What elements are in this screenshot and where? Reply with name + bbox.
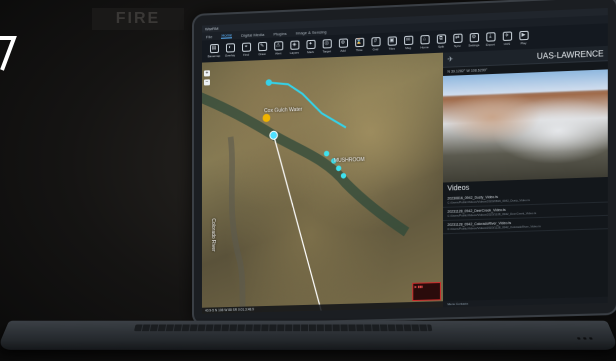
ribbon-label: Add: [340, 49, 345, 53]
ribbon-label: Draw: [259, 52, 266, 56]
tab-image-sensing[interactable]: Image & Sensing: [296, 29, 327, 35]
uas-side-panel: ✈ UAS-LAWRENCE N 39.1282° W 108.6299° Vi…: [443, 46, 608, 307]
ribbon-label: Time: [356, 48, 363, 52]
ribbon-button-split[interactable]: ⧉ Split: [435, 34, 447, 49]
ribbon-button-find[interactable]: ⌖ Find: [240, 42, 252, 57]
waypoint-marker: [266, 79, 272, 86]
ribbon-button-settings[interactable]: ⚙ Settings: [468, 33, 480, 48]
map-view[interactable]: + − Cox Gulch Water MUSHROOM Colorado Ri…: [202, 53, 443, 314]
alert-video-thumbnail[interactable]: ▶ ▮▮▮: [412, 282, 441, 301]
ribbon-label: Layers: [290, 51, 299, 55]
ribbon-label: UAS: [504, 42, 510, 46]
ribbon-button-mark[interactable]: ✦ Mark: [304, 40, 316, 55]
split-icon: ⧉: [436, 34, 445, 44]
msg-icon: ✉: [404, 36, 413, 46]
laptop-screen: WarRM File Home Digital Media Plugins Im…: [192, 0, 616, 326]
track-point: [324, 151, 329, 157]
uas-name: UAS-LAWRENCE: [537, 49, 604, 61]
ribbon-button-sync[interactable]: ⇄ Sync: [451, 34, 463, 49]
ribbon-label: Grid: [373, 47, 379, 51]
ribbon-button-msg[interactable]: ✉ Msg: [402, 36, 414, 51]
map-label-mushroom: MUSHROOM: [334, 157, 365, 164]
ribbon-button-play[interactable]: ▶ Play: [517, 31, 529, 46]
ribbon-label: Sync: [454, 44, 461, 48]
home-icon: ⌂: [420, 35, 429, 45]
tab-home[interactable]: Home: [221, 32, 232, 38]
ribbon-button-layers[interactable]: ◈ Layers: [288, 40, 300, 55]
bracket-decoration-icon: [0, 34, 18, 74]
settings-icon: ⚙: [469, 33, 478, 43]
laptop-base: [0, 321, 616, 350]
ribbon-label: Alert: [275, 51, 281, 55]
ribbon-label: Target: [322, 49, 330, 53]
ribbon-button-time[interactable]: ⌛ Time: [353, 38, 365, 53]
ribbon-button-export[interactable]: ⤓ Export: [484, 32, 496, 47]
tab-plugins[interactable]: Plugins: [273, 30, 286, 36]
alert-icon: ⚠: [274, 41, 283, 50]
ribbon-button-target[interactable]: ◎ Target: [321, 39, 333, 54]
layers-icon: ◈: [290, 40, 299, 49]
map-label-gulch: Cox Gulch Water: [264, 106, 302, 113]
keyboard: [134, 324, 432, 331]
sync-icon: ⇄: [453, 34, 462, 44]
tiles-icon: ▣: [387, 36, 396, 45]
fire-badge: FIRE: [92, 8, 184, 30]
basemap-icon: ▤: [209, 44, 218, 53]
tab-file[interactable]: File: [206, 34, 212, 39]
ribbon-label: Tiles: [389, 47, 395, 51]
ribbon-label: Export: [486, 42, 495, 46]
tab-digital-media[interactable]: Digital Media: [241, 31, 264, 37]
ribbon-label: Mark: [307, 50, 314, 54]
river-overlay: [202, 53, 443, 314]
ribbon-label: Settings: [468, 43, 479, 48]
ribbon-button-tiles[interactable]: ▣ Tiles: [386, 36, 398, 51]
drone-icon: ✈: [447, 55, 453, 63]
ribbon-label: Overlay: [225, 53, 235, 57]
mark-icon: ✦: [306, 40, 315, 49]
ribbon-button-grid[interactable]: # Grid: [369, 37, 381, 52]
map-zoom-controls: + −: [204, 70, 210, 85]
grid-icon: #: [371, 37, 380, 46]
time-icon: ⌛: [355, 38, 364, 47]
find-icon: ⌖: [242, 43, 251, 52]
ribbon-label: Home: [420, 45, 428, 49]
uas-marker: [270, 131, 278, 139]
uas-camera-image[interactable]: [443, 69, 608, 182]
zoom-in-icon[interactable]: +: [204, 70, 210, 76]
ribbon-button-basemap[interactable]: ▤ Basemap: [208, 44, 220, 59]
export-icon: ⤓: [486, 32, 495, 42]
target-icon: ◎: [322, 39, 331, 48]
ribbon-label: Msg: [405, 46, 411, 50]
laptop-ports: [577, 337, 593, 339]
panel-footer: Menu Contacts: [443, 297, 608, 308]
draw-icon: ✎: [258, 42, 267, 51]
workspace: + − Cox Gulch Water MUSHROOM Colorado Ri…: [202, 46, 608, 314]
zoom-out-icon[interactable]: −: [204, 79, 210, 85]
ribbon-label: Find: [243, 53, 249, 57]
poi-marker: [263, 114, 271, 122]
ribbon-button-draw[interactable]: ✎ Draw: [256, 42, 268, 57]
ribbon-button-overlay[interactable]: ◐ Overlay: [224, 43, 236, 58]
ribbon-label: Basemap: [208, 54, 221, 59]
ribbon-label: Split: [438, 44, 444, 48]
play-icon: ▶: [519, 31, 528, 41]
app-title: WarRM: [205, 25, 218, 33]
ribbon-label: Play: [520, 41, 526, 45]
ribbon-button-uas[interactable]: ✈ UAS: [501, 31, 513, 46]
app-window: WarRM File Home Digital Media Plugins Im…: [202, 8, 608, 314]
ribbon-button-home[interactable]: ⌂ Home: [418, 35, 430, 50]
uas-icon: ✈: [502, 31, 511, 41]
overlay-icon: ◐: [225, 43, 234, 52]
map-label-river: Colorado River: [210, 218, 216, 252]
ribbon-button-add[interactable]: ⊕ Add: [337, 38, 349, 53]
add-icon: ⊕: [338, 38, 347, 47]
ribbon-button-alert[interactable]: ⚠ Alert: [272, 41, 284, 56]
